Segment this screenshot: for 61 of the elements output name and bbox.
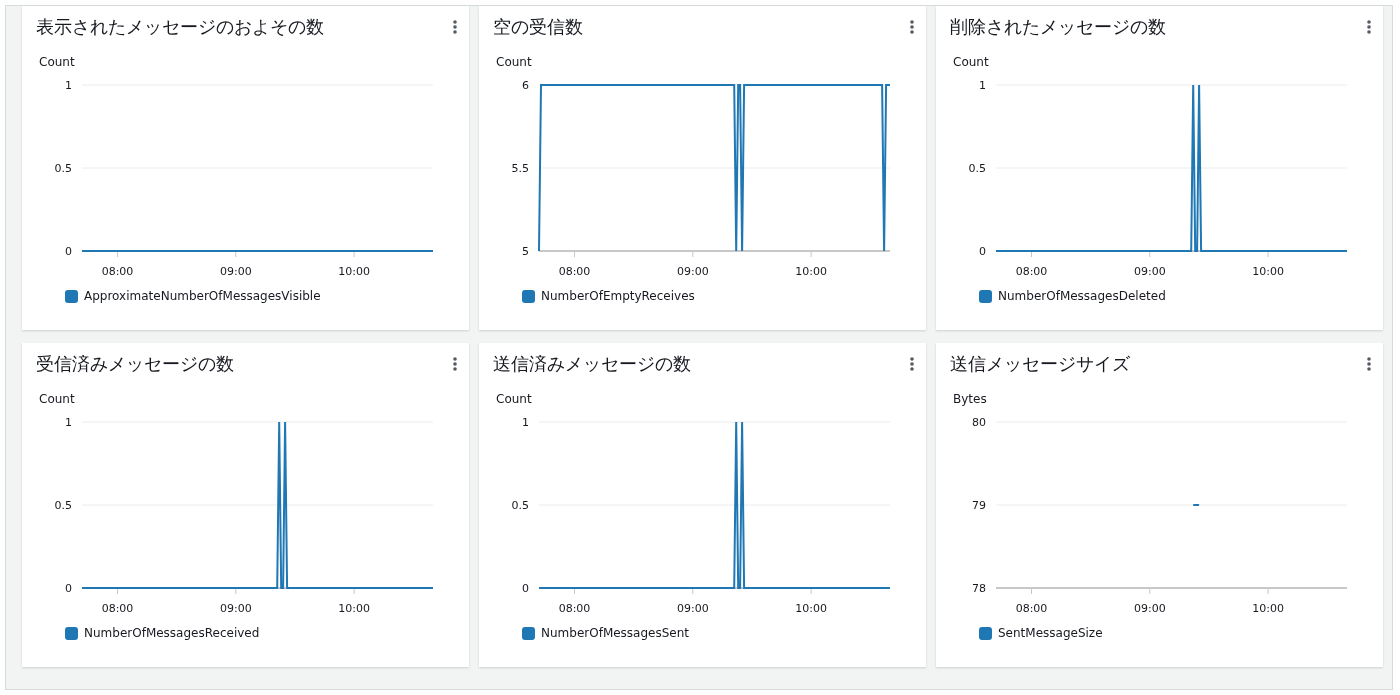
axis-tick-label: 10:00 [795,602,827,615]
more-options-icon[interactable] [1367,19,1371,34]
axis-tick-label: 0 [65,582,72,595]
axis-tick-label: 08:00 [1015,602,1048,615]
axis-tick-label: 08:00 [1015,265,1048,278]
axis-tick-label: 08:00 [558,602,591,615]
legend-label: NumberOfMessagesDeleted [998,289,1166,303]
legend-label: SentMessageSize [998,626,1103,640]
legend-label: NumberOfMessagesReceived [84,626,260,640]
axis-tick-label: 79 [972,499,986,512]
legend-label: NumberOfEmptyReceives [541,289,695,303]
axis-tick-label: 10:00 [338,602,370,615]
axis-tick-label: 78 [972,582,986,595]
widget-title: 送信済みメッセージの数 [493,351,691,376]
widget-title: 空の受信数 [493,14,583,39]
data-line [1192,504,1201,506]
axis-tick-label: 10:00 [795,265,827,278]
axis-label: Count [39,392,75,408]
axis-tick-label: 10:00 [338,265,370,278]
axis-tick-label: 09:00 [219,602,252,615]
widget-title: 送信メッセージサイズ [950,351,1130,376]
axis-tick-label: 1 [65,79,72,92]
axis-label: Bytes [953,392,987,408]
widget-title: 削除されたメッセージの数 [950,14,1166,39]
axis-tick-label: 1 [979,79,986,92]
axis-tick-label: 09:00 [219,265,252,278]
axis-tick-label: 0 [522,582,529,595]
axis-tick-label: 1 [65,416,72,429]
axis-tick-label: 08:00 [558,265,591,278]
more-options-icon[interactable] [453,356,457,371]
axis-label: Count [496,55,532,71]
axis-tick-label: 09:00 [676,602,709,615]
axis-tick-label: 09:00 [1133,265,1166,278]
more-options-icon[interactable] [453,19,457,34]
more-options-icon[interactable] [910,356,914,371]
axis-label: Count [496,392,532,408]
more-options-icon[interactable] [1367,356,1371,371]
axis-tick-label: 6 [522,79,529,92]
axis-tick-label: 09:00 [676,265,709,278]
axis-tick-label: 09:00 [1133,602,1166,615]
axis-tick-label: 1 [522,416,529,429]
axis-tick-label: 0.5 [54,162,72,175]
axis-tick-label: 0 [65,245,72,258]
legend-label: NumberOfMessagesSent [541,626,690,640]
axis-tick-label: 0.5 [968,162,986,175]
more-options-icon[interactable] [910,19,914,34]
axis-label: Count [953,55,989,71]
axis-tick-label: 5.5 [511,162,529,175]
axis-tick-label: 08:00 [101,602,134,615]
widget-title: 表示されたメッセージのおよその数 [36,14,324,39]
widget-title: 受信済みメッセージの数 [36,351,234,376]
axis-tick-label: 0.5 [54,499,72,512]
axis-label: Count [39,55,75,71]
axis-tick-label: 0.5 [511,499,529,512]
legend-label: ApproximateNumberOfMessagesVisible [84,289,321,303]
axis-tick-label: 08:00 [101,265,134,278]
axis-tick-label: 80 [972,416,986,429]
axis-tick-label: 10:00 [1252,602,1284,615]
axis-tick-label: 10:00 [1252,265,1284,278]
axis-tick-label: 5 [522,245,529,258]
axis-tick-label: 0 [979,245,986,258]
